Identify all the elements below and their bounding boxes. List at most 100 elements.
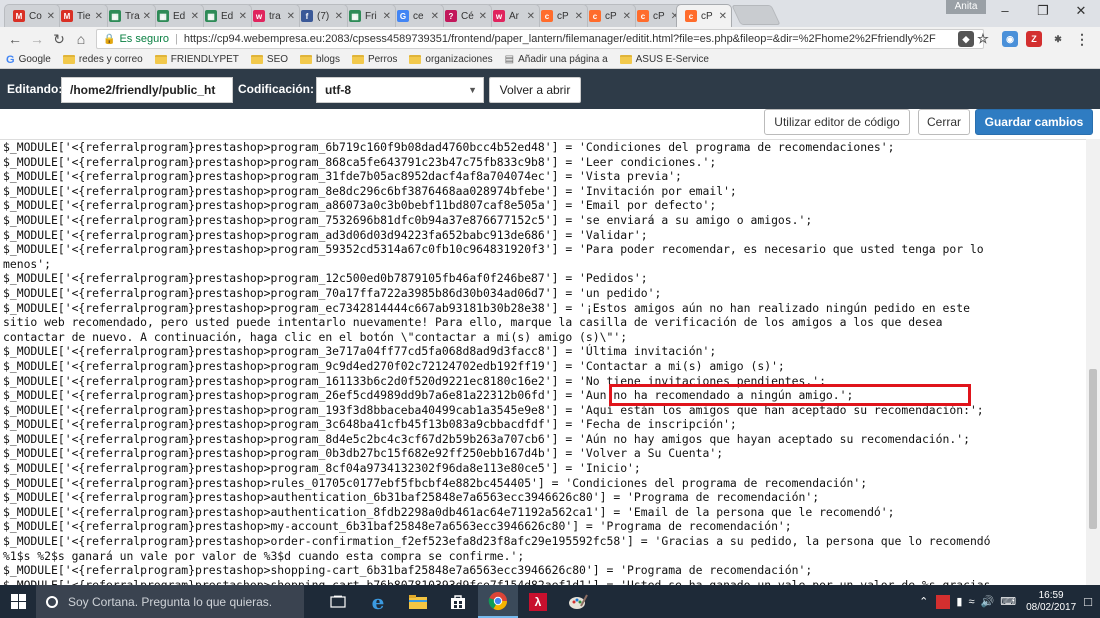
code-line: $_MODULE['<{referralprogram}prestashop>p… (3, 431, 970, 446)
tab-close-icon[interactable]: ✕ (239, 11, 247, 22)
code-textarea[interactable]: $_MODULE['<{referralprogram}prestashop>p… (0, 139, 1086, 585)
folder-icon (154, 55, 167, 64)
code-line: $_MODULE['<{referralprogram}prestashop>p… (3, 461, 641, 476)
cortana-search-box[interactable]: Soy Cortana. Pregunta lo que quieras. (36, 585, 304, 618)
back-icon[interactable]: ← (6, 30, 24, 48)
close-window-icon[interactable]: ✕ (1062, 0, 1100, 22)
code-line: $_MODULE['<{referralprogram}prestashop>p… (3, 300, 970, 315)
profile-badge[interactable]: Anita (946, 0, 986, 14)
browser-tab[interactable]: c cP ✕ (580, 4, 636, 27)
tab-close-icon[interactable]: ✕ (383, 11, 391, 22)
encoding-select[interactable]: utf-8 ▼ (316, 77, 484, 103)
edge-icon[interactable]: e (358, 585, 398, 618)
code-scrollbar[interactable] (1086, 139, 1100, 585)
browser-tab[interactable]: c cP ✕ (532, 4, 588, 27)
extension-icon[interactable]: ◉ (1002, 31, 1018, 47)
tab-close-icon[interactable]: ✕ (95, 11, 103, 22)
code-line: contactar de nuevo. A continuación, haga… (3, 329, 628, 344)
bookmark-item[interactable]: Perros (351, 54, 397, 65)
menu-icon[interactable]: ⋮ (1074, 31, 1090, 47)
tab-close-icon[interactable]: ✕ (527, 11, 535, 22)
task-view-icon[interactable] (318, 585, 358, 618)
start-button[interactable] (0, 585, 36, 618)
browser-tab[interactable]: w Ár ✕ (484, 4, 540, 27)
home-icon[interactable]: ⌂ (72, 30, 90, 48)
browser-tab[interactable]: ▦ Fri ✕ (340, 4, 396, 27)
bookmark-item[interactable]: ASUS E-Service (619, 54, 709, 65)
browser-tab[interactable]: Gce ✕ (388, 4, 444, 27)
reload-icon[interactable]: ↻ (50, 30, 68, 48)
bookmark-item[interactable]: blogs (300, 54, 340, 65)
tray-app-icon[interactable] (936, 594, 951, 609)
close-button[interactable]: Cerrar (918, 109, 970, 135)
maximize-icon[interactable]: ❐ (1024, 0, 1062, 22)
wifi-icon[interactable]: ≈ (968, 596, 974, 608)
notification-input-icon[interactable]: ⌨ (1000, 595, 1016, 608)
spreadsheet-icon: ▦ (349, 10, 361, 22)
browser-tab[interactable]: ? Cé ✕ (436, 4, 492, 27)
tab-close-icon[interactable]: ✕ (479, 11, 487, 22)
browser-tab[interactable]: w tra ✕ (244, 4, 300, 27)
store-icon[interactable] (438, 585, 478, 618)
system-tray: ⌃ ▮ ≈ 🔊 ⌨ 16:59 08/02/2017 □ (919, 585, 1100, 618)
code-line: $_MODULE['<{referralprogram}prestashop>p… (3, 358, 785, 373)
volume-icon[interactable]: 🔊 (980, 595, 994, 608)
file-path-input[interactable]: /home2/friendly/public_ht (61, 77, 233, 103)
action-center-icon[interactable]: □ (1084, 594, 1092, 609)
bookmark-item[interactable]: SEO (250, 54, 288, 65)
bookmark-item[interactable]: redes y correo (62, 54, 143, 65)
tab-close-icon[interactable]: ✕ (287, 11, 295, 22)
bookmark-item[interactable]: G Google (6, 54, 51, 66)
code-line: $_MODULE['<{referralprogram}prestashop>p… (3, 271, 648, 286)
acrobat-icon[interactable]: λ (518, 585, 558, 618)
file-explorer-icon[interactable] (398, 585, 438, 618)
chevron-up-icon[interactable]: ⌃ (919, 595, 928, 608)
key-icon[interactable]: ◆ (958, 31, 974, 47)
tab-close-icon[interactable]: ✕ (575, 11, 583, 22)
browser-tab[interactable]: ▦ Ed ✕ (148, 4, 204, 27)
pdf-extension-icon[interactable]: Z (1026, 31, 1042, 47)
star-icon[interactable]: ☆ (975, 31, 991, 47)
scrollbar-thumb[interactable] (1089, 369, 1097, 529)
url-separator: | (174, 33, 178, 45)
encoding-label: Codificación: (238, 82, 315, 96)
browser-tab[interactable]: ▦ Ed ✕ (196, 4, 252, 27)
tab-close-icon[interactable]: ✕ (47, 11, 55, 22)
code-line: %1$s %2$s ganará un vale por valor de %3… (3, 548, 525, 563)
browser-tab[interactable]: M Tie ✕ (52, 4, 108, 27)
tab-close-icon[interactable]: ✕ (431, 11, 439, 22)
code-editor-button[interactable]: Utilizar editor de código (764, 109, 910, 135)
tab-close-icon[interactable]: ✕ (335, 11, 343, 22)
editor-header: Editando: /home2/friendly/public_ht Codi… (0, 69, 1100, 109)
code-line: $_MODULE['<{referralprogram}prestashop>s… (3, 577, 991, 585)
browser-tab[interactable]: ▦ Tra ✕ (100, 4, 156, 27)
save-button[interactable]: Guardar cambios (975, 109, 1093, 135)
bookmark-item[interactable]: FRIENDLYPET (154, 54, 239, 65)
browser-tab[interactable]: c cP ✕ (676, 4, 732, 27)
browser-tab[interactable]: f (7) ✕ (292, 4, 348, 27)
forward-icon[interactable]: → (28, 30, 46, 48)
battery-icon[interactable]: ▮ (956, 595, 962, 608)
url-text: https://cp94.webempresa.eu:2083/cpsess45… (183, 33, 936, 45)
chrome-icon[interactable] (478, 585, 518, 618)
bookmark-item[interactable]: ▤ Añadir una página a (505, 54, 608, 65)
reopen-button[interactable]: Volver a abrir (489, 77, 581, 103)
tab-close-icon[interactable]: ✕ (191, 11, 199, 22)
clock[interactable]: 16:59 08/02/2017 (1026, 590, 1076, 614)
tab-label: cP (653, 10, 665, 22)
new-tab-button[interactable] (731, 5, 781, 25)
cpanel-icon: c (589, 10, 601, 22)
tab-close-icon[interactable]: ✕ (719, 11, 727, 22)
tab-label: Ár (509, 10, 519, 22)
minimize-icon[interactable]: – (986, 0, 1024, 22)
puzzle-icon[interactable]: ✱ (1050, 31, 1066, 47)
bookmarks-bar: G Google redes y correo FRIENDLYPET SEO blogs… (0, 51, 1100, 69)
browser-tab[interactable]: M Co ✕ (4, 4, 60, 27)
tab-close-icon[interactable]: ✕ (143, 11, 151, 22)
bookmark-item[interactable]: organizaciones (409, 54, 493, 65)
google-icon: G (397, 10, 409, 22)
url-input[interactable]: 🔒 Es seguro | https://cp94.webempresa.eu… (96, 29, 984, 49)
paint-icon[interactable] (558, 585, 598, 618)
windows-taskbar: Soy Cortana. Pregunta lo que quieras. e … (0, 585, 1100, 618)
tab-close-icon[interactable]: ✕ (623, 11, 631, 22)
